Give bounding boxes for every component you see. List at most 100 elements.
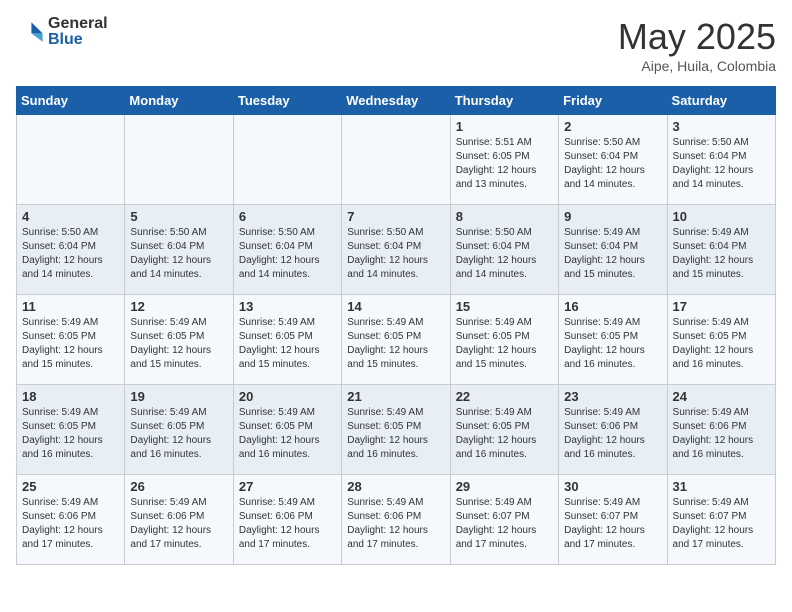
day-number: 14 (347, 299, 444, 314)
day-info: Sunrise: 5:49 AM Sunset: 6:05 PM Dayligh… (564, 316, 661, 372)
day-number: 28 (347, 479, 444, 494)
day-info: Sunrise: 5:49 AM Sunset: 6:05 PM Dayligh… (456, 406, 553, 462)
weekday-header-friday: Friday (559, 87, 667, 115)
day-info: Sunrise: 5:49 AM Sunset: 6:05 PM Dayligh… (22, 316, 119, 372)
day-info: Sunrise: 5:49 AM Sunset: 6:05 PM Dayligh… (239, 316, 336, 372)
day-info: Sunrise: 5:49 AM Sunset: 6:05 PM Dayligh… (239, 406, 336, 462)
day-info: Sunrise: 5:49 AM Sunset: 6:05 PM Dayligh… (130, 316, 227, 372)
calendar-cell: 18 Sunrise: 5:49 AM Sunset: 6:05 PM Dayli… (17, 385, 125, 475)
day-info: Sunrise: 5:50 AM Sunset: 6:04 PM Dayligh… (22, 226, 119, 282)
calendar-table: SundayMondayTuesdayWednesdayThursdayFrid… (16, 86, 776, 565)
day-info: Sunrise: 5:49 AM Sunset: 6:06 PM Dayligh… (239, 496, 336, 552)
day-info: Sunrise: 5:49 AM Sunset: 6:06 PM Dayligh… (130, 496, 227, 552)
logo: General Blue (16, 16, 108, 48)
day-number: 27 (239, 479, 336, 494)
day-info: Sunrise: 5:50 AM Sunset: 6:04 PM Dayligh… (347, 226, 444, 282)
day-number: 23 (564, 389, 661, 404)
day-number: 19 (130, 389, 227, 404)
day-info: Sunrise: 5:51 AM Sunset: 6:05 PM Dayligh… (456, 136, 553, 192)
day-number: 7 (347, 209, 444, 224)
day-number: 17 (673, 299, 770, 314)
day-number: 13 (239, 299, 336, 314)
calendar-cell: 12 Sunrise: 5:49 AM Sunset: 6:05 PM Dayli… (125, 295, 233, 385)
day-number: 12 (130, 299, 227, 314)
calendar-week-row: 25 Sunrise: 5:49 AM Sunset: 6:06 PM Dayli… (17, 475, 776, 565)
day-number: 21 (347, 389, 444, 404)
calendar-cell: 10Sunrise: 5:49 AM Sunset: 6:04 PM Dayli… (667, 205, 775, 295)
day-info: Sunrise: 5:49 AM Sunset: 6:07 PM Dayligh… (564, 496, 661, 552)
logo-text: General Blue (48, 16, 108, 48)
calendar-subtitle: Aipe, Huila, Colombia (618, 58, 776, 74)
calendar-week-row: 1 Sunrise: 5:51 AM Sunset: 6:05 PM Daylig… (17, 115, 776, 205)
day-info: Sunrise: 5:49 AM Sunset: 6:06 PM Dayligh… (673, 406, 770, 462)
logo-general: General (48, 16, 108, 32)
calendar-cell: 5Sunrise: 5:50 AM Sunset: 6:04 PM Daylig… (125, 205, 233, 295)
day-number: 24 (673, 389, 770, 404)
calendar-cell: 13 Sunrise: 5:49 AM Sunset: 6:05 PM Dayli… (233, 295, 341, 385)
day-number: 6 (239, 209, 336, 224)
calendar-cell: 11 Sunrise: 5:49 AM Sunset: 6:05 PM Dayli… (17, 295, 125, 385)
calendar-cell: 14 Sunrise: 5:49 AM Sunset: 6:05 PM Dayli… (342, 295, 450, 385)
day-number: 31 (673, 479, 770, 494)
logo-icon (16, 18, 44, 46)
day-number: 9 (564, 209, 661, 224)
weekday-header-wednesday: Wednesday (342, 87, 450, 115)
calendar-cell: 19Sunrise: 5:49 AM Sunset: 6:05 PM Dayli… (125, 385, 233, 475)
weekday-header-thursday: Thursday (450, 87, 558, 115)
calendar-cell: 27 Sunrise: 5:49 AM Sunset: 6:06 PM Dayli… (233, 475, 341, 565)
day-number: 20 (239, 389, 336, 404)
day-number: 26 (130, 479, 227, 494)
day-info: Sunrise: 5:49 AM Sunset: 6:07 PM Dayligh… (456, 496, 553, 552)
calendar-week-row: 18 Sunrise: 5:49 AM Sunset: 6:05 PM Dayli… (17, 385, 776, 475)
day-info: Sunrise: 5:50 AM Sunset: 6:04 PM Dayligh… (456, 226, 553, 282)
day-number: 4 (22, 209, 119, 224)
calendar-cell: 6 Sunrise: 5:50 AM Sunset: 6:04 PM Daylig… (233, 205, 341, 295)
day-number: 11 (22, 299, 119, 314)
calendar-cell: 17 Sunrise: 5:49 AM Sunset: 6:05 PM Dayli… (667, 295, 775, 385)
calendar-cell: 28 Sunrise: 5:49 AM Sunset: 6:06 PM Dayli… (342, 475, 450, 565)
day-info: Sunrise: 5:50 AM Sunset: 6:04 PM Dayligh… (673, 136, 770, 192)
day-info: Sunrise: 5:49 AM Sunset: 6:05 PM Dayligh… (456, 316, 553, 372)
day-info: Sunrise: 5:49 AM Sunset: 6:05 PM Dayligh… (347, 406, 444, 462)
day-info: Sunrise: 5:49 AM Sunset: 6:05 PM Dayligh… (673, 316, 770, 372)
day-number: 18 (22, 389, 119, 404)
day-info: Sunrise: 5:50 AM Sunset: 6:04 PM Dayligh… (239, 226, 336, 282)
day-info: Sunrise: 5:49 AM Sunset: 6:06 PM Dayligh… (564, 406, 661, 462)
day-number: 3 (673, 119, 770, 134)
day-number: 29 (456, 479, 553, 494)
day-info: Sunrise: 5:49 AM Sunset: 6:06 PM Dayligh… (22, 496, 119, 552)
calendar-cell: 9Sunrise: 5:49 AM Sunset: 6:04 PM Daylig… (559, 205, 667, 295)
calendar-cell: 7 Sunrise: 5:50 AM Sunset: 6:04 PM Daylig… (342, 205, 450, 295)
weekday-header-saturday: Saturday (667, 87, 775, 115)
title-block: May 2025 Aipe, Huila, Colombia (618, 16, 776, 74)
calendar-cell: 29 Sunrise: 5:49 AM Sunset: 6:07 PM Dayli… (450, 475, 558, 565)
day-number: 1 (456, 119, 553, 134)
calendar-cell: 20 Sunrise: 5:49 AM Sunset: 6:05 PM Dayli… (233, 385, 341, 475)
calendar-cell: 21 Sunrise: 5:49 AM Sunset: 6:05 PM Dayli… (342, 385, 450, 475)
day-number: 30 (564, 479, 661, 494)
calendar-cell: 2Sunrise: 5:50 AM Sunset: 6:04 PM Daylig… (559, 115, 667, 205)
calendar-cell: 31 Sunrise: 5:49 AM Sunset: 6:07 PM Dayli… (667, 475, 775, 565)
weekday-header-tuesday: Tuesday (233, 87, 341, 115)
day-info: Sunrise: 5:49 AM Sunset: 6:07 PM Dayligh… (673, 496, 770, 552)
day-number: 22 (456, 389, 553, 404)
calendar-cell: 16 Sunrise: 5:49 AM Sunset: 6:05 PM Dayli… (559, 295, 667, 385)
weekday-header-sunday: Sunday (17, 87, 125, 115)
day-info: Sunrise: 5:49 AM Sunset: 6:05 PM Dayligh… (347, 316, 444, 372)
weekday-header-row: SundayMondayTuesdayWednesdayThursdayFrid… (17, 87, 776, 115)
calendar-cell: 4 Sunrise: 5:50 AM Sunset: 6:04 PM Daylig… (17, 205, 125, 295)
calendar-cell (17, 115, 125, 205)
day-number: 10 (673, 209, 770, 224)
day-number: 25 (22, 479, 119, 494)
day-info: Sunrise: 5:50 AM Sunset: 6:04 PM Dayligh… (130, 226, 227, 282)
calendar-cell (233, 115, 341, 205)
day-info: Sunrise: 5:49 AM Sunset: 6:06 PM Dayligh… (347, 496, 444, 552)
calendar-cell: 30 Sunrise: 5:49 AM Sunset: 6:07 PM Dayli… (559, 475, 667, 565)
calendar-cell: 26 Sunrise: 5:49 AM Sunset: 6:06 PM Dayli… (125, 475, 233, 565)
calendar-cell: 3 Sunrise: 5:50 AM Sunset: 6:04 PM Daylig… (667, 115, 775, 205)
day-info: Sunrise: 5:49 AM Sunset: 6:05 PM Dayligh… (22, 406, 119, 462)
calendar-title: May 2025 (618, 16, 776, 58)
day-number: 2 (564, 119, 661, 134)
calendar-cell (342, 115, 450, 205)
day-number: 16 (564, 299, 661, 314)
